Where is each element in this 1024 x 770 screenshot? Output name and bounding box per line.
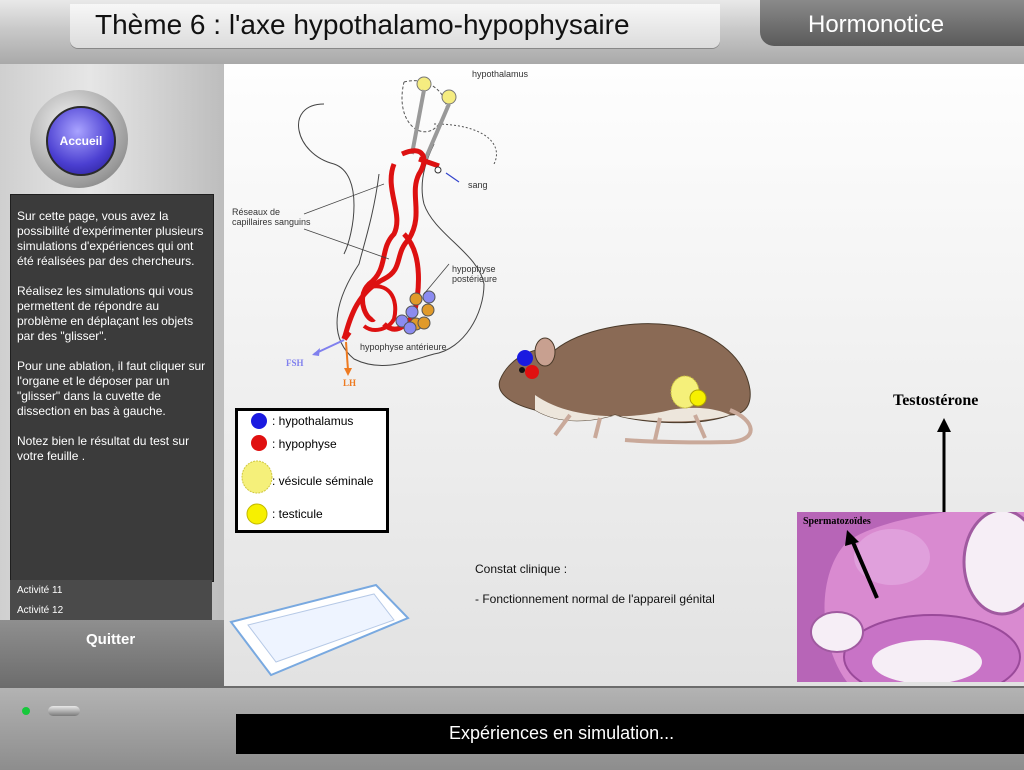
rat-eye: [519, 367, 525, 373]
instruction-paragraph: Pour une ablation, il faut cliquer sur l…: [17, 359, 206, 418]
neuron-body: [416, 76, 432, 92]
testicle-marker[interactable]: [689, 389, 707, 407]
legend-swatch-testicle: [246, 503, 268, 525]
instructions-text: Sur cette page, vous avez la possibilité…: [17, 209, 207, 479]
lh-label: LH: [343, 378, 357, 388]
lh-arrow: [345, 341, 349, 371]
legend-swatch-seminal-vesicle: [241, 460, 273, 494]
clinical-title: Constat clinique :: [475, 562, 568, 576]
legend-label-pituitary: : hypophyse: [272, 437, 337, 451]
instruction-paragraph: Notez bien le résultat du test sur votre…: [17, 434, 190, 463]
activity-12-link[interactable]: Activité 12: [17, 605, 63, 616]
quit-area: [0, 620, 224, 686]
neuron-body: [441, 89, 457, 105]
cell: [409, 292, 423, 306]
quit-button[interactable]: Quitter: [86, 631, 135, 648]
pill-button[interactable]: [48, 706, 80, 716]
capillaries-label: Réseaux de capillaires sanguins: [232, 207, 311, 227]
pituitary-marker[interactable]: [525, 365, 539, 379]
histology-image: [797, 512, 1024, 682]
rat-ear: [534, 337, 556, 367]
activity-11-link[interactable]: Activité 11: [17, 585, 62, 596]
fsh-label: FSH: [286, 358, 304, 368]
rat-illustration: [498, 323, 753, 445]
anterior-pituitary-label: hypophyse antérieure: [360, 342, 447, 352]
hypothalamus-label: hypothalamus: [472, 69, 529, 79]
home-button[interactable]: Accueil: [46, 106, 116, 176]
cell: [405, 305, 419, 319]
legend-label-testicle: : testicule: [272, 507, 323, 521]
cell: [417, 316, 431, 330]
status-text: Expériences en simulation...: [449, 723, 675, 743]
legend-swatch-hypothalamus: [251, 413, 267, 429]
hypothalamus-marker[interactable]: [517, 350, 533, 366]
status-led-icon: [22, 707, 30, 715]
cell: [403, 321, 417, 335]
legend-label-seminal-vesicle: : vésicule séminale: [272, 474, 374, 488]
dissection-tray[interactable]: [226, 580, 412, 680]
clinical-finding: - Fonctionnement normal de l'appareil gé…: [475, 592, 715, 606]
blood-label: sang: [468, 180, 488, 190]
legend-swatch-pituitary: [251, 435, 267, 451]
testosterone-label: Testostérone: [893, 392, 979, 409]
page-title: Thème 6 : l'axe hypothalamo-hypophysaire: [95, 9, 630, 40]
cell: [421, 303, 435, 317]
posterior-pituitary-label-2: postérieure: [452, 274, 498, 284]
brand-name: Hormonotice: [808, 11, 945, 38]
spermatozoa-label: Spermatozoïdes: [803, 516, 871, 527]
instruction-paragraph: Réalisez les simulations qui vous permet…: [17, 284, 194, 343]
posterior-pituitary-label-1: hypophyse: [452, 264, 496, 274]
legend-label-hypothalamus: : hypothalamus: [272, 414, 354, 428]
instruction-paragraph: Sur cette page, vous avez la possibilité…: [17, 209, 204, 268]
